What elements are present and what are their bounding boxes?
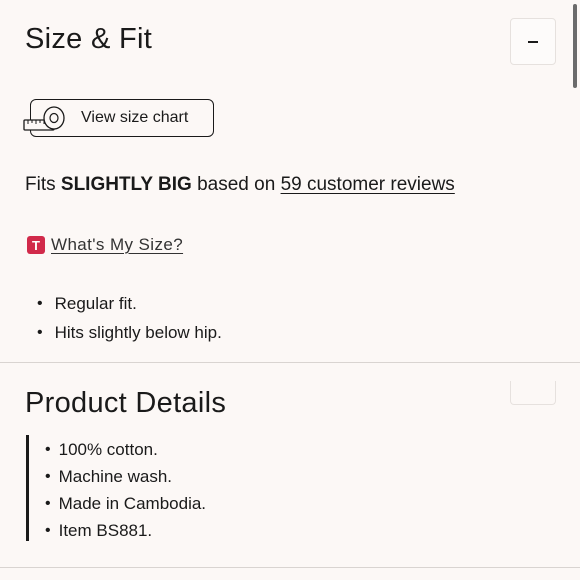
fit-notes-list: Regular fit. Hits slightly below hip. — [37, 289, 222, 347]
list-item: Machine wash. — [45, 463, 206, 490]
minus-icon — [528, 40, 538, 43]
view-size-chart-label: View size chart — [81, 109, 189, 126]
list-item: Made in Cambodia. — [45, 490, 206, 517]
list-item: 100% cotton. — [45, 436, 206, 463]
detail-accent-bar — [26, 435, 29, 541]
product-details-section: Product Details 100% cotton. Machine was… — [0, 363, 580, 580]
product-details-list: 100% cotton. Machine wash. Made in Cambo… — [45, 436, 206, 544]
size-fit-title: Size & Fit — [25, 23, 153, 55]
product-details-title: Product Details — [25, 387, 227, 419]
scrollbar-thumb[interactable] — [573, 4, 577, 88]
list-item: Regular fit. — [37, 289, 222, 318]
fits-prefix: Fits — [25, 174, 56, 195]
list-item: Item BS881. — [45, 517, 206, 544]
bottom-divider — [0, 567, 580, 568]
scrollbar[interactable] — [570, 0, 580, 92]
whats-my-size-link[interactable]: What's My Size? — [51, 235, 183, 255]
whats-my-size: T What's My Size? — [27, 235, 183, 255]
fit-summary: Fits SLIGHTLY BIG based on 59 customer r… — [25, 174, 455, 196]
expand-product-details-button[interactable] — [510, 381, 556, 405]
size-fit-section: Size & Fit View size chart Fits SLIGHTLY… — [0, 0, 580, 362]
fits-middle: based on — [197, 174, 276, 195]
view-size-chart-button[interactable]: View size chart — [23, 99, 214, 137]
measuring-tape-icon — [23, 106, 65, 131]
collapse-size-fit-button[interactable] — [510, 18, 556, 65]
fit-rating: SLIGHTLY BIG — [60, 174, 192, 195]
customer-reviews-link[interactable]: 59 customer reviews — [281, 174, 455, 195]
list-item: Hits slightly below hip. — [37, 318, 222, 347]
true-fit-icon: T — [27, 236, 45, 254]
